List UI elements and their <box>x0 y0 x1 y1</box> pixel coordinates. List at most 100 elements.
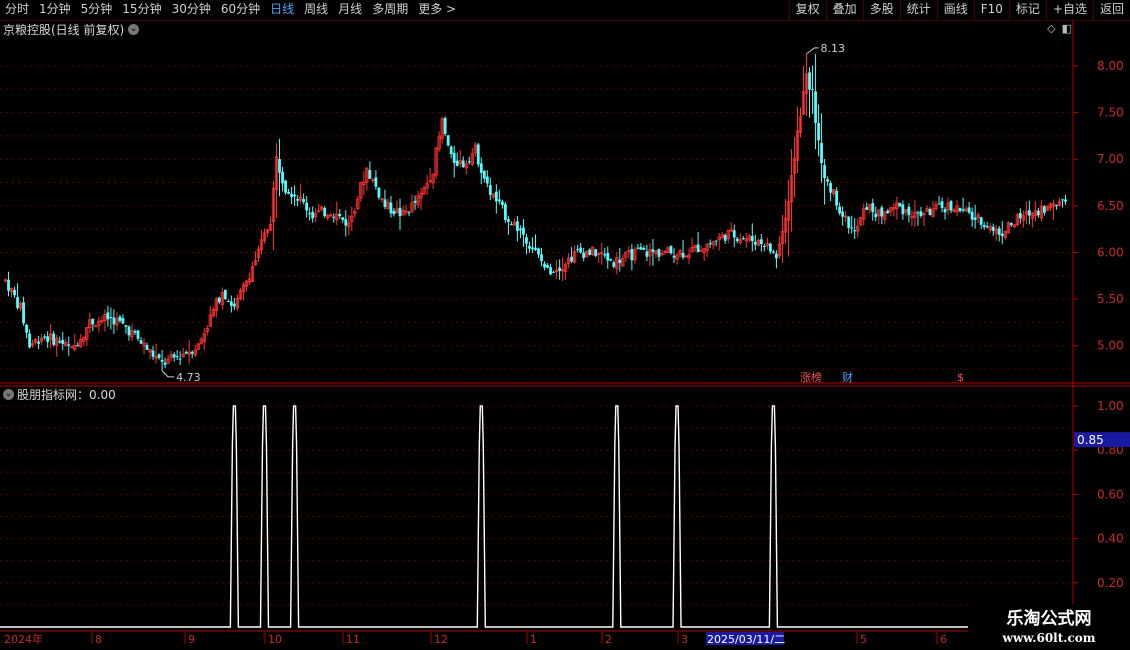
candle-body-down <box>190 351 194 354</box>
indicator-tick-label: 0.20 <box>1097 576 1124 590</box>
price-tick-label: 6.00 <box>1097 245 1124 259</box>
price-tick-label: 7.50 <box>1097 106 1124 120</box>
candle-body-down <box>449 146 453 155</box>
candle-body-down <box>482 170 486 179</box>
candle-body-down <box>392 210 396 215</box>
candle-body-down <box>91 318 95 325</box>
candle-body-down <box>226 300 230 302</box>
price-tick-label: 7.00 <box>1097 152 1124 166</box>
candle-body-down <box>287 192 290 194</box>
indicator-tick-label: 0.40 <box>1097 532 1124 546</box>
candle-body-down <box>696 244 700 253</box>
candle-body-down <box>741 238 745 240</box>
candle-body-down <box>383 199 387 207</box>
candle-body-down <box>160 359 164 362</box>
candle-body-down <box>552 271 555 273</box>
candle-body-down <box>284 180 287 193</box>
candle-body-down <box>937 203 941 205</box>
candle-body-down <box>817 122 820 141</box>
candle-body-down <box>311 212 315 219</box>
candle-body-down <box>76 345 80 347</box>
candle-body-down <box>338 214 342 217</box>
high-pointer <box>806 47 819 55</box>
candle-body-down <box>407 212 411 214</box>
event-marker-0: 涨榜 <box>800 370 822 384</box>
candle-body-down <box>579 247 583 253</box>
candle-body-down <box>543 263 546 268</box>
candle-body-down <box>735 238 739 241</box>
candle-body-down <box>708 243 712 245</box>
candle-body-down <box>847 216 851 228</box>
candle-body-down <box>61 339 65 344</box>
candle-body-down <box>503 204 507 220</box>
candle-body-down <box>443 117 447 134</box>
candle-body-down <box>184 351 188 354</box>
candle-body-down <box>669 245 673 254</box>
candle-body-down <box>771 251 775 253</box>
candle-body-down <box>814 91 817 123</box>
cursor-value-label: 0.85 <box>1077 433 1104 447</box>
candle-body-down <box>612 262 616 267</box>
candle-body-down <box>928 209 932 216</box>
date-label-5: 12 <box>434 633 448 646</box>
candle-body-down <box>446 135 450 146</box>
candle-body-down <box>970 211 974 220</box>
candle-body-down <box>461 160 465 167</box>
candle-body-down <box>516 221 519 231</box>
candle-body-down <box>305 202 309 211</box>
candle-body-down <box>642 248 646 250</box>
candle-body-down <box>871 203 875 213</box>
candle-body-down <box>603 253 607 256</box>
candle-body-down <box>651 249 655 252</box>
candle-body-down <box>657 249 661 257</box>
candle-body-down <box>1027 210 1031 216</box>
candle-body-down <box>278 158 281 173</box>
candle-body-down <box>853 230 857 232</box>
candle-body-down <box>850 227 854 229</box>
candle-body-down <box>630 249 634 261</box>
chevron-down-icon[interactable]: ⌄ <box>3 388 14 400</box>
candle-body-down <box>133 331 137 333</box>
candle-body-down <box>558 267 561 271</box>
candle-body-down <box>967 207 971 213</box>
candle-body-down <box>519 228 522 231</box>
candle-body-down <box>374 177 378 187</box>
candle-body-down <box>172 354 176 358</box>
candle-body-down <box>497 199 501 202</box>
candle-body-down <box>609 259 613 261</box>
candle-body-down <box>217 297 221 303</box>
candle-body-down <box>681 252 685 258</box>
candle-body-down <box>510 224 513 226</box>
candle-body-down <box>163 362 167 365</box>
candle-body-down <box>151 350 155 357</box>
candle-body-down <box>344 219 348 226</box>
date-label-7: 2 <box>605 633 612 646</box>
candle-body-down <box>43 336 47 338</box>
indicator-tick-label: 1.00 <box>1097 399 1124 413</box>
price-tick-label: 8.00 <box>1097 59 1124 73</box>
candle-body-down <box>949 201 953 211</box>
candle-body-down <box>823 165 826 178</box>
candle-body-down <box>808 72 811 90</box>
candle-body-down <box>732 230 736 238</box>
price-tick-label: 5.00 <box>1097 339 1124 353</box>
candle-body-down <box>118 316 122 321</box>
candle-body-down <box>762 245 766 247</box>
watermark-logo: 乐淘公式网 www.60lt.com <box>968 604 1130 650</box>
candle-body-down <box>979 217 983 225</box>
date-label-9: 2025/03/11/二 <box>707 633 785 646</box>
candle-body-down <box>537 248 540 255</box>
candle-body-down <box>531 247 534 250</box>
candle-body-down <box>594 249 598 256</box>
date-label-2: 9 <box>188 633 195 646</box>
candle-body-down <box>109 317 113 319</box>
candle-body-down <box>759 239 763 244</box>
candle-body-down <box>506 219 510 222</box>
candle-body-down <box>829 183 833 193</box>
event-marker-2: $ <box>957 371 964 384</box>
watermark-url: www.60lt.com <box>1002 631 1096 645</box>
indicator-tick-label: 0.60 <box>1097 487 1124 501</box>
candle-body-down <box>714 240 718 242</box>
candle-body-down <box>907 206 911 216</box>
candle-body-down <box>1064 199 1067 202</box>
